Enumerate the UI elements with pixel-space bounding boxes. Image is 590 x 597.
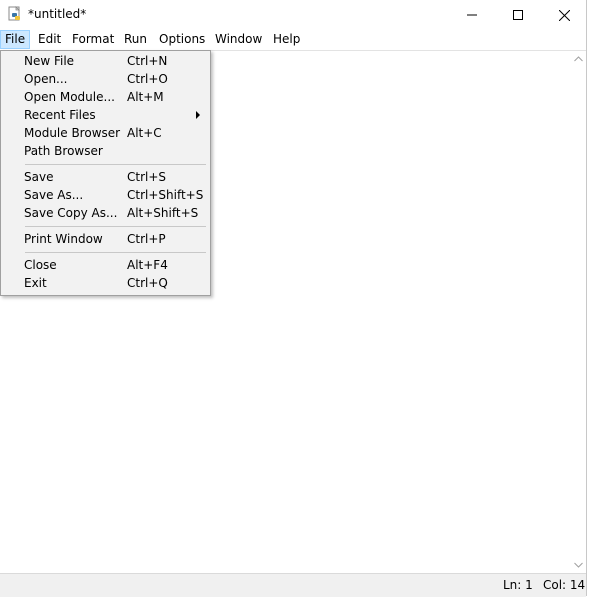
menu-item-label: Close [24,258,57,272]
menu-item-open[interactable]: Open... Ctrl+O [3,70,208,88]
status-column: Col: 14 [543,578,586,592]
menu-bar: File Edit Format Run Options Window Help [0,30,586,51]
minimize-icon [467,14,477,16]
menu-separator [25,252,206,253]
menu-help[interactable]: Help [269,30,304,49]
menu-item-print-window[interactable]: Print Window Ctrl+P [3,230,208,248]
title-bar: *untitled* [0,0,586,30]
menu-options[interactable]: Options [155,30,209,49]
menu-item-label: Save As... [24,188,84,202]
menu-item-close[interactable]: Close Alt+F4 [3,256,208,274]
menu-item-label: Open... [24,72,68,86]
status-line: Ln: 1 [503,578,533,592]
vertical-scrollbar[interactable] [570,51,586,573]
menu-item-shortcut: Ctrl+Shift+S [127,188,204,202]
menu-item-save[interactable]: Save Ctrl+S [3,168,208,186]
menu-item-shortcut: Ctrl+N [127,54,168,68]
menu-format[interactable]: Format [68,30,118,49]
close-button[interactable] [541,0,587,30]
menu-item-shortcut: Ctrl+P [127,232,166,246]
menu-item-shortcut: Alt+C [127,126,162,140]
menu-item-label: Recent Files [24,108,96,122]
window-title: *untitled* [28,7,87,21]
menu-item-label: Path Browser [24,144,103,158]
menu-separator [25,164,206,165]
menu-item-shortcut: Ctrl+S [127,170,167,184]
menu-window[interactable]: Window [211,30,266,49]
maximize-button[interactable] [495,0,541,30]
menu-edit[interactable]: Edit [34,30,65,49]
menu-item-path-browser[interactable]: Path Browser [3,142,208,160]
menu-separator [25,226,206,227]
chevron-down-icon [573,562,583,568]
menu-item-label: Open Module... [24,90,115,104]
menu-item-shortcut: Ctrl+Q [127,276,168,290]
menu-item-exit[interactable]: Exit Ctrl+Q [3,274,208,292]
menu-item-label: Save Copy As... [24,206,118,220]
menu-run[interactable]: Run [120,30,151,49]
file-menu-dropdown: New File Ctrl+N Open... Ctrl+O Open Modu… [0,50,211,296]
menu-item-label: Save [24,170,54,184]
menu-item-label: New File [24,54,75,68]
scroll-up-button[interactable] [570,51,586,67]
menu-item-shortcut: Ctrl+O [127,72,168,86]
maximize-icon [513,10,523,20]
menu-item-label: Module Browser [24,126,121,140]
status-bar: Ln: 1 Col: 14 [0,573,586,597]
window-border [586,0,587,596]
chevron-up-icon [573,56,583,62]
menu-item-shortcut: Alt+M [127,90,164,104]
menu-item-label: Print Window [24,232,103,246]
menu-item-save-as[interactable]: Save As... Ctrl+Shift+S [3,186,208,204]
menu-item-recent-files[interactable]: Recent Files [3,106,208,124]
minimize-button[interactable] [449,0,495,30]
python-idle-icon [7,6,23,22]
menu-item-shortcut: Alt+F4 [127,258,168,272]
menu-item-save-copy-as[interactable]: Save Copy As... Alt+Shift+S [3,204,208,222]
menu-item-module-browser[interactable]: Module Browser Alt+C [3,124,208,142]
menu-item-new-file[interactable]: New File Ctrl+N [3,52,208,70]
menu-item-open-module[interactable]: Open Module... Alt+M [3,88,208,106]
submenu-arrow-icon [196,111,200,119]
menu-item-label: Exit [24,276,47,290]
menu-file[interactable]: File [0,30,31,49]
close-icon [558,9,570,21]
scroll-down-button[interactable] [570,557,586,573]
menu-item-shortcut: Alt+Shift+S [127,206,199,220]
